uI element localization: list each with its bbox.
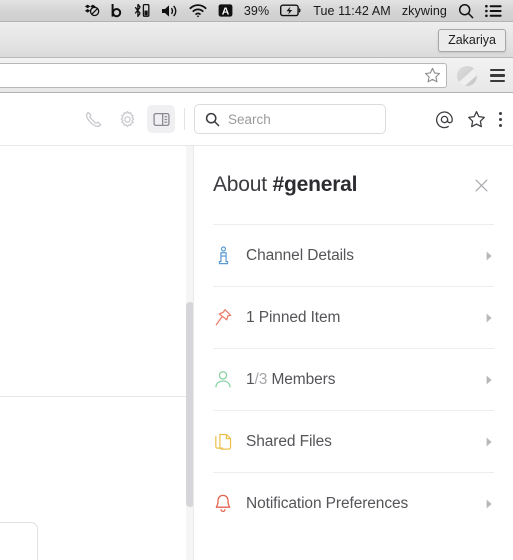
sidebar-panel-icon[interactable]	[147, 105, 175, 133]
panel-title-channel: #general	[272, 173, 358, 196]
panel-header: About #general	[194, 146, 513, 224]
chevron-right-icon	[484, 312, 494, 324]
panel-item-label: 1/3 Members	[246, 371, 335, 389]
panel-item-members[interactable]: 1/3 Members	[213, 348, 494, 410]
page-title: About #general	[213, 173, 357, 197]
about-channel-panel: About #general Channel Details 1 Pinned …	[193, 146, 513, 560]
pin-icon	[213, 308, 233, 328]
url-input[interactable]	[3, 64, 403, 87]
chevron-right-icon	[484, 250, 494, 262]
search-icon[interactable]	[458, 0, 474, 22]
panel-item-shared-files[interactable]: Shared Files	[213, 410, 494, 472]
battery-percent-label[interactable]: 39%	[244, 4, 269, 18]
menubar-clock[interactable]: Tue 11:42 AM	[313, 4, 391, 18]
menubar-username[interactable]: zkywing	[402, 4, 447, 18]
hamburger-menu-icon[interactable]	[490, 68, 505, 83]
panel-item-label: Channel Details	[246, 246, 354, 264]
profile-avatar-icon[interactable]	[457, 65, 477, 86]
volume-icon[interactable]	[161, 0, 178, 22]
battery-charging-icon[interactable]	[280, 0, 302, 22]
dropbox-sync-icon[interactable]	[84, 0, 100, 22]
star-icon[interactable]	[424, 67, 441, 84]
chevron-right-icon	[484, 498, 494, 510]
chevron-right-icon	[484, 374, 494, 386]
files-icon	[213, 432, 233, 452]
panel-title-prefix: About	[213, 173, 273, 196]
browser-nav-right	[457, 58, 505, 93]
chevron-right-icon	[484, 436, 494, 448]
panel-item-notification-preferences[interactable]: Notification Preferences	[213, 472, 494, 534]
panel-item-pinned[interactable]: 1 Pinned Item	[213, 286, 494, 348]
at-mention-icon[interactable]	[435, 110, 454, 129]
toolbar-divider	[184, 108, 185, 130]
backblaze-icon[interactable]	[111, 0, 122, 22]
panel-item-label: 1 Pinned Item	[246, 308, 341, 326]
wifi-icon[interactable]	[189, 0, 207, 22]
panel-item-label: Shared Files	[246, 432, 332, 450]
close-icon[interactable]	[469, 173, 493, 197]
panel-item-label: Notification Preferences	[246, 494, 409, 512]
members-suffix: Members	[267, 370, 336, 388]
browser-address-bar[interactable]	[0, 63, 447, 88]
macos-menu-bar: A 39% Tue 11:42 AM zkywing	[0, 0, 513, 22]
search-placeholder: Search	[228, 111, 271, 127]
members-count: 1	[246, 370, 255, 388]
members-total: /3	[254, 370, 268, 388]
search-icon	[205, 112, 220, 127]
svg-text:A: A	[222, 6, 230, 17]
user-tooltip: Zakariya	[438, 29, 506, 52]
panel-item-list: Channel Details 1 Pinned Item 1/3 Member…	[194, 224, 513, 534]
gear-icon[interactable]	[113, 105, 141, 133]
app-toolbar: Search	[0, 93, 513, 146]
search-input[interactable]: Search	[194, 104, 386, 134]
members-icon	[213, 370, 233, 390]
browser-tab-strip[interactable]	[0, 22, 513, 58]
message-pane	[0, 146, 193, 560]
message-compose-box[interactable]	[0, 522, 38, 560]
panel-item-channel-details[interactable]: Channel Details	[213, 224, 494, 286]
input-source-icon[interactable]: A	[218, 0, 233, 22]
channel-info-icon	[213, 246, 233, 266]
list-icon[interactable]	[485, 0, 502, 22]
app-content: Search About #general Channel Details 1 …	[0, 93, 513, 560]
bluetooth-icon[interactable]	[133, 0, 150, 22]
phone-call-icon[interactable]	[79, 105, 107, 133]
bell-icon	[213, 494, 233, 514]
screen-root: A 39% Tue 11:42 AM zkywing Zakariya Sear…	[0, 0, 513, 560]
app-toolbar-right	[435, 110, 513, 129]
kebab-menu-icon[interactable]	[499, 111, 502, 127]
message-divider	[0, 396, 186, 397]
star-icon[interactable]	[467, 110, 486, 129]
